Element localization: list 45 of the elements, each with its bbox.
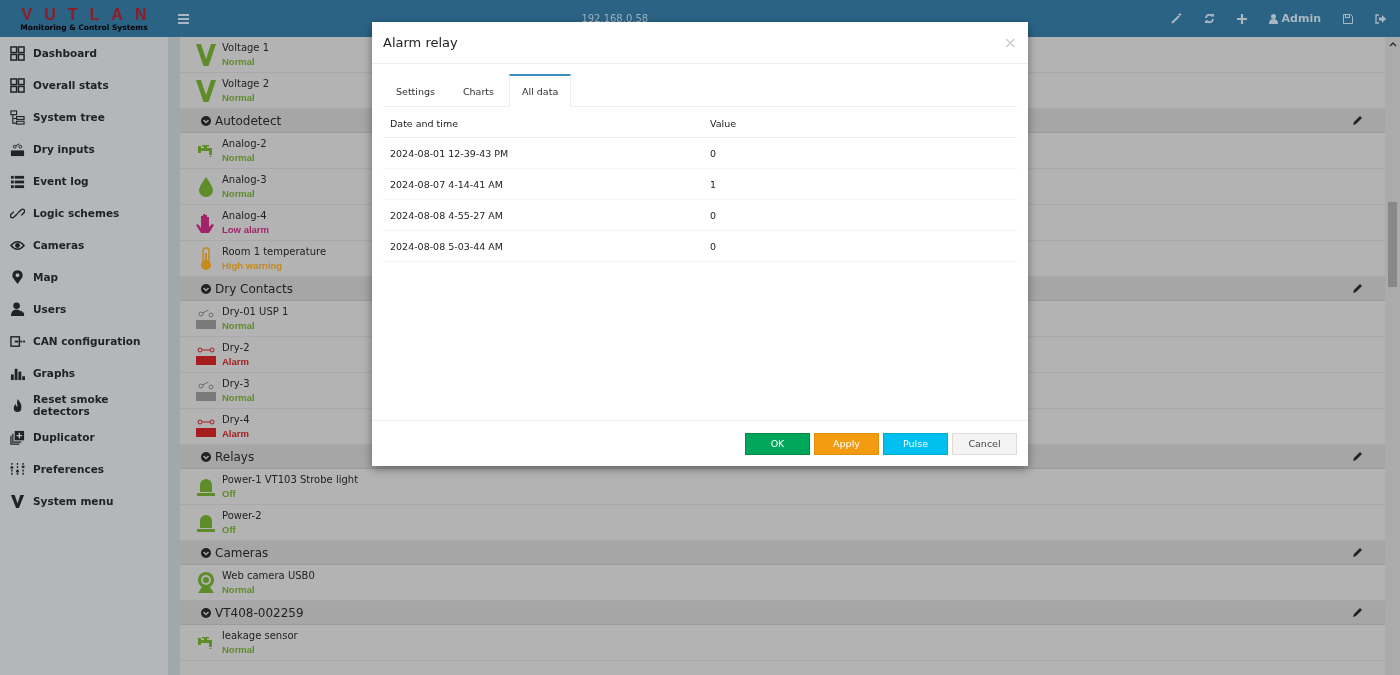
sensor-name: Power-2 <box>222 510 262 521</box>
sensor-status: Normal <box>222 320 256 331</box>
sensor-status: Off <box>222 524 237 535</box>
sensor-name: Web camera USB0 <box>222 570 315 581</box>
sensor-status: Normal <box>222 584 256 595</box>
sensor-name: Analog-4 <box>222 210 268 221</box>
sensor-status: Normal <box>222 56 256 67</box>
device-address: 192.168.0.58 <box>580 13 650 24</box>
table-cell: 2024-08-07 4-14-41 AM <box>383 168 703 200</box>
sensor-name: leakage sensor <box>222 630 298 641</box>
sensor-name: Power-1 VT103 Strobe light <box>222 474 359 485</box>
table-cell: 2024-08-01 12-39-43 PM <box>383 137 703 169</box>
sensor-status: Alarm <box>222 356 250 367</box>
sensor-status: Alarm <box>222 428 250 439</box>
group-title: Dry Contacts <box>215 281 294 296</box>
sensor-name: Room 1 temperature <box>222 246 327 257</box>
table-cell: 0 <box>703 199 1017 231</box>
sensor-status: Normal <box>222 188 256 199</box>
sensor-status: Normal <box>222 644 256 655</box>
sensor-name: Voltage 1 <box>222 42 270 53</box>
sensor-name: Analog-2 <box>222 138 267 149</box>
group-title: Cameras <box>215 545 269 560</box>
sensor-name: Dry-4 <box>222 414 250 425</box>
sensor-status: Off <box>222 488 237 499</box>
group-title: Autodetect <box>215 113 282 128</box>
group-title: VT408-002259 <box>215 605 304 620</box>
sensor-status: Normal <box>222 92 256 103</box>
table-cell: 2024-08-08 5-03-44 AM <box>383 230 703 262</box>
table-cell: 0 <box>703 230 1017 262</box>
sensor-status: Normal <box>222 392 255 403</box>
sensor-name: Dry-01 USP 1 <box>222 306 289 317</box>
sensor-name: Voltage 2 <box>222 78 270 89</box>
sensor-name: Analog-3 <box>222 174 267 185</box>
sensor-status: High warning <box>222 260 284 271</box>
group-title: Relays <box>215 449 255 464</box>
table-cell: 1 <box>703 168 1017 200</box>
column-header: Date and time <box>383 110 703 138</box>
sensor-status: Low alarm <box>222 224 269 235</box>
table-cell: 2024-08-08 4-55-27 AM <box>383 199 703 231</box>
sensor-name: Dry-2 <box>222 342 250 353</box>
table-cell: 0 <box>703 137 1017 169</box>
column-header: Value <box>703 110 1017 138</box>
sensor-name: Dry-3 <box>222 378 251 389</box>
sensor-status: Normal <box>222 152 256 163</box>
dialog-title: Alarm relay <box>383 35 459 50</box>
